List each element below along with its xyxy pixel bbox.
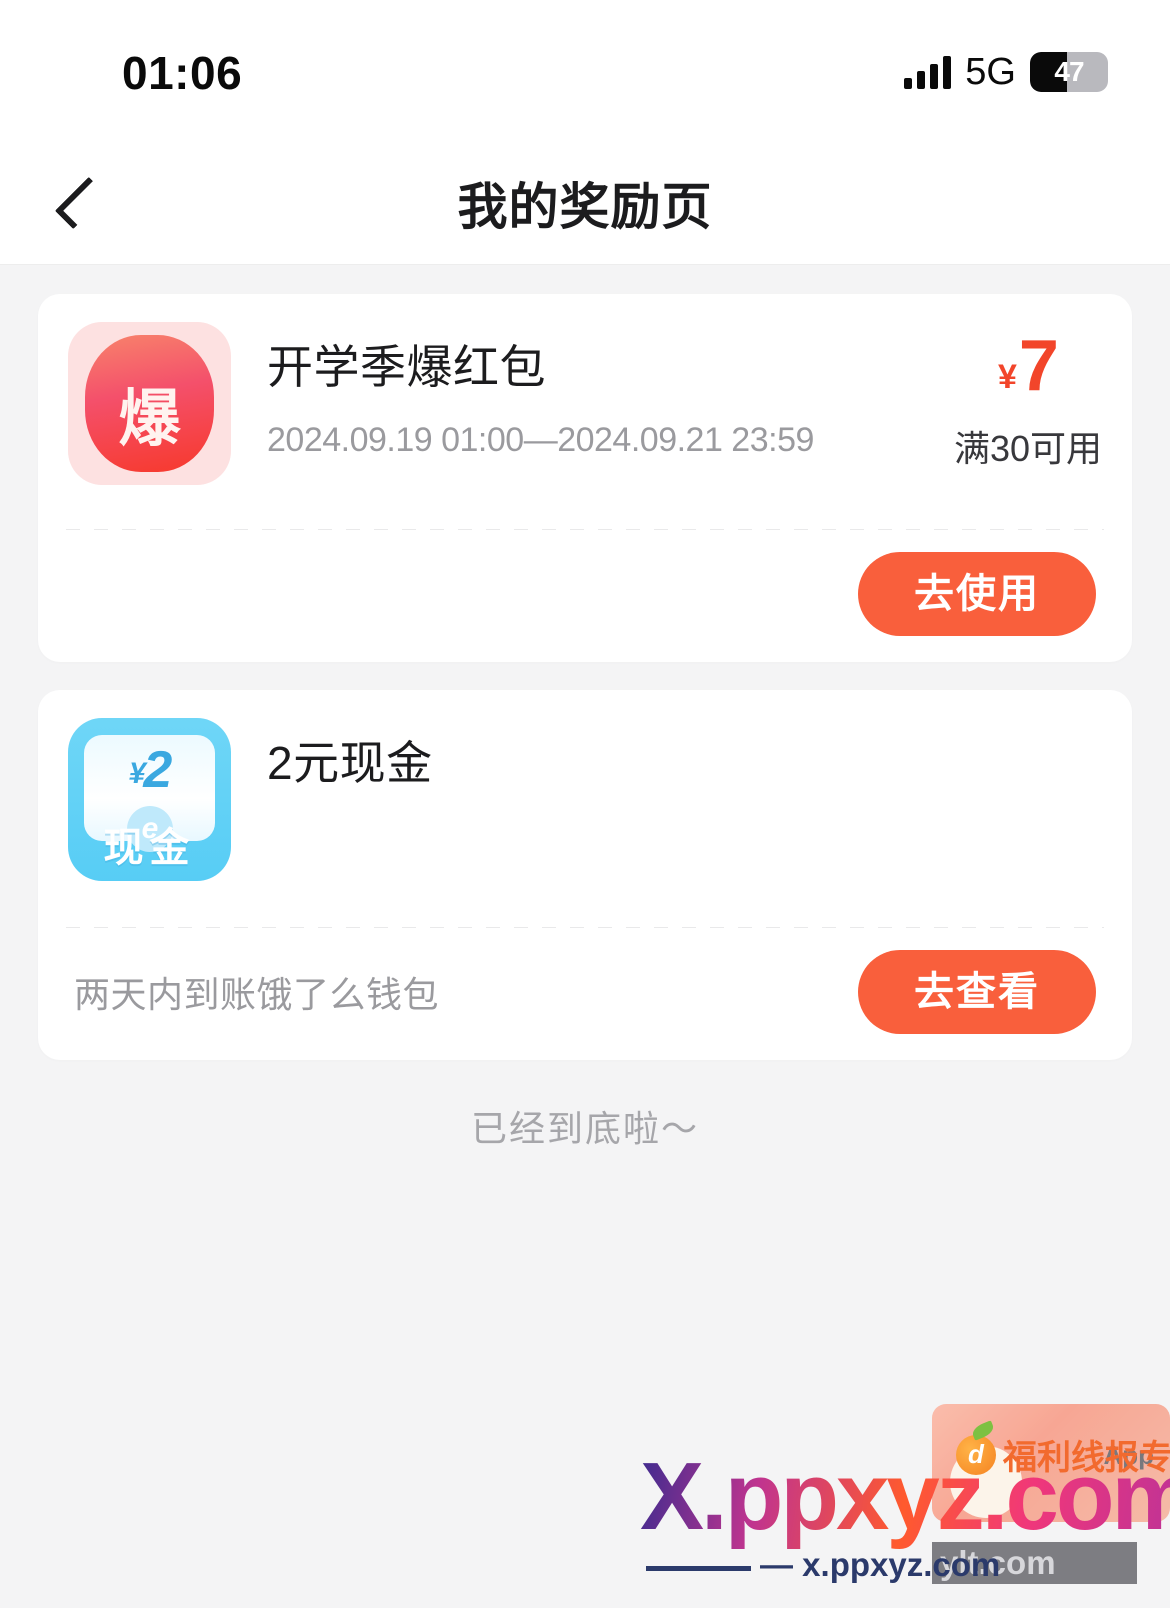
cash-icon-value: 2 — [143, 741, 172, 799]
status-time: 01:06 — [122, 47, 243, 99]
reward-note: 两天内到账饿了么钱包 — [74, 974, 440, 1015]
watermark-badge-text: d 福利线报专家 — [956, 1419, 1170, 1479]
back-button[interactable] — [36, 158, 126, 248]
battery-icon: 47 — [1030, 52, 1108, 92]
bao-icon-glyph: 爆 — [118, 384, 181, 454]
reward-title: 2元现金 — [267, 737, 433, 789]
watermark: App X.ppxyz.com ylt.com — x.ppxyz.com d … — [640, 1404, 1170, 1606]
cash-coupon-icon: ¥2 e 现金 — [68, 718, 231, 881]
back-chevron-icon — [54, 176, 108, 230]
list-end-label: 已经到底啦～ — [470, 1108, 699, 1149]
reward-validity: 2024.09.19 01:00—2024.09.21 23:59 — [267, 420, 814, 459]
reward-card-bottom: 两天内到账饿了么钱包 去查看 — [38, 928, 1132, 1060]
watermark-overlay-box — [932, 1542, 1137, 1584]
reward-info: 2元现金 — [231, 718, 1102, 881]
reward-card[interactable]: ¥2 e 现金 2元现金 两天内到账饿了么钱包 去查看 — [38, 690, 1132, 1060]
reward-condition: 满30可用 — [953, 428, 1102, 469]
cash-icon-amount: ¥2 — [84, 740, 215, 800]
watermark-rule — [646, 1566, 751, 1571]
watermark-badge-label: 福利线报专家 — [1003, 1439, 1170, 1477]
currency-symbol: ¥ — [997, 358, 1017, 396]
reward-card-bottom: 去使用 — [38, 530, 1132, 662]
signal-bars-icon — [904, 55, 952, 89]
reward-info: 开学季爆红包 2024.09.19 01:00—2024.09.21 23:59 — [231, 322, 946, 485]
leaf-icon — [970, 1419, 996, 1441]
use-coupon-button[interactable]: 去使用 — [858, 552, 1096, 636]
reward-card[interactable]: 爆 开学季爆红包 2024.09.19 01:00—2024.09.21 23:… — [38, 294, 1132, 662]
battery-level-label: 47 — [1054, 56, 1084, 87]
nav-bar: 我的奖励页 — [0, 140, 1170, 265]
watermark-domain: X.ppxyz.com — [640, 1442, 1170, 1552]
reward-value-block: ¥ 7 满30可用 — [946, 322, 1102, 485]
watermark-mascot — [950, 1446, 1022, 1518]
watermark-subdomain: — x.ppxyz.com — [760, 1546, 1001, 1583]
network-type-label: 5G — [965, 51, 1016, 93]
rewards-list: 爆 开学季爆红包 2024.09.19 01:00—2024.09.21 23:… — [0, 266, 1170, 1152]
page-title: 我的奖励页 — [457, 178, 713, 235]
orange-fruit-icon: d — [956, 1419, 996, 1475]
fruit-glyph: d — [968, 1439, 984, 1469]
reward-price: ¥ 7 — [954, 330, 1102, 402]
watermark-overlay-text: ylt.com — [940, 1544, 1056, 1581]
reward-card-top: ¥2 e 现金 2元现金 — [38, 690, 1132, 881]
cash-icon-currency: ¥ — [128, 757, 146, 790]
view-coupon-button[interactable]: 去查看 — [858, 950, 1096, 1034]
status-bar: 01:06 5G 47 — [0, 0, 1170, 140]
phone-screen: 01:06 5G 47 我的奖励页 爆 开学季爆红包 2024.09.19 01… — [0, 0, 1170, 1608]
watermark-app-label: App — [1103, 1440, 1154, 1470]
bao-red-packet-icon: 爆 — [68, 322, 231, 485]
watermark-badge: App — [932, 1404, 1170, 1522]
reward-card-top: 爆 开学季爆红包 2024.09.19 01:00—2024.09.21 23:… — [38, 294, 1132, 485]
cash-icon-label: 现金 — [103, 826, 196, 870]
status-indicators: 5G 47 — [904, 52, 1108, 92]
reward-title: 开学季爆红包 — [267, 341, 546, 393]
reward-amount: 7 — [1018, 326, 1059, 406]
